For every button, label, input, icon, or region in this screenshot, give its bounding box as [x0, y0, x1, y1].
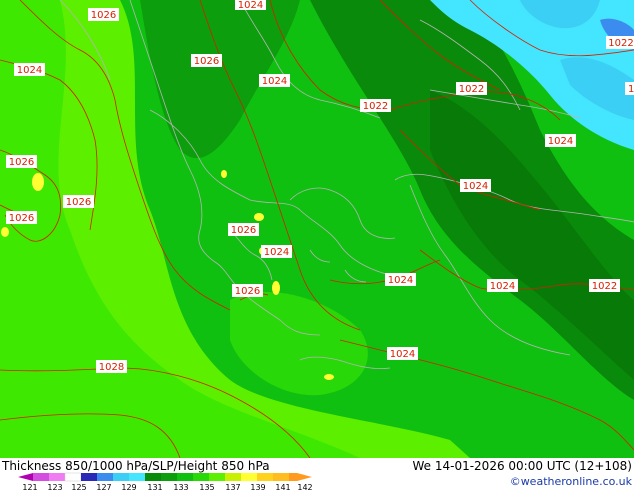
isobar-label: 1022: [589, 279, 620, 292]
scale-swatch: [129, 473, 145, 481]
isobar-label: 1024: [460, 179, 491, 192]
isobar-label: 1024: [14, 63, 45, 76]
svg-text:1026: 1026: [9, 213, 34, 224]
isobar-label: 1026: [228, 223, 259, 236]
svg-text:1022: 1022: [363, 101, 388, 112]
credit-text: ©weatheronline.co.uk: [510, 475, 633, 488]
scale-tick: 135: [199, 483, 214, 490]
svg-text:1026: 1026: [231, 225, 256, 236]
isobar-label: 1028: [96, 360, 127, 373]
svg-text:1026: 1026: [66, 197, 91, 208]
scale-swatch: [97, 473, 113, 481]
scale-tick: 123: [47, 483, 62, 490]
scale-tick: 127: [96, 483, 111, 490]
weather-map: 1026 1024 1026 1024 1022 1022 1024 1022 …: [0, 0, 634, 490]
isobar-label: 1022: [360, 99, 391, 112]
svg-text:1026: 1026: [194, 56, 219, 67]
scale-tick: 121: [22, 483, 37, 490]
svg-text:1024: 1024: [490, 281, 515, 292]
scale-swatch: [33, 473, 49, 481]
thickness-map-canvas: 1026 1024 1026 1024 1022 1022 1024 1022 …: [0, 0, 634, 490]
svg-text:1022: 1022: [608, 38, 633, 49]
scale-swatch: [241, 473, 257, 481]
isobar-label: 1026: [6, 211, 37, 224]
svg-text:1026: 1026: [235, 286, 260, 297]
scale-swatch: [257, 473, 273, 481]
warm-patch-1: [32, 173, 44, 191]
svg-text:1024: 1024: [264, 247, 289, 258]
svg-text:1022: 1022: [459, 84, 484, 95]
isobar-label: 1026: [88, 8, 119, 21]
svg-text:1024: 1024: [262, 76, 287, 87]
scale-swatch: [273, 473, 289, 481]
svg-text:1022: 1022: [628, 84, 634, 95]
scale-tick: 137: [225, 483, 240, 490]
isobar-label: 1022: [625, 82, 634, 95]
scale-swatch: [145, 473, 161, 481]
scale-swatch: [113, 473, 129, 481]
svg-text:1022: 1022: [592, 281, 617, 292]
scale-tick: 131: [147, 483, 162, 490]
map-title: Thickness 850/1000 hPa/SLP/Height 850 hP…: [1, 459, 270, 473]
scale-swatch: [64, 472, 82, 482]
svg-text:1024: 1024: [548, 136, 573, 147]
scale-tick: 141: [275, 483, 290, 490]
warm-patch-3: [254, 213, 264, 221]
isobar-label: 1024: [259, 74, 290, 87]
scale-swatch: [177, 473, 193, 481]
isobar-label: 1026: [191, 54, 222, 67]
isobar-label: 1022: [606, 36, 634, 49]
svg-text:1024: 1024: [238, 0, 263, 11]
isobar-label: 1026: [63, 195, 94, 208]
isobar-label: 1024: [385, 273, 416, 286]
svg-text:1024: 1024: [463, 181, 488, 192]
scale-swatch: [289, 473, 297, 481]
scale-tick: 139: [250, 483, 265, 490]
color-scale: [18, 472, 312, 482]
isobar-label: 1022: [456, 82, 487, 95]
warm-patch-2: [1, 227, 9, 237]
isobar-label: 1024: [235, 0, 266, 11]
scale-swatch: [225, 473, 241, 481]
isobar-label: 1024: [261, 245, 292, 258]
svg-text:1024: 1024: [388, 275, 413, 286]
svg-text:1024: 1024: [390, 349, 415, 360]
svg-text:1028: 1028: [99, 362, 124, 373]
svg-text:1026: 1026: [9, 157, 34, 168]
scale-swatch: [161, 473, 177, 481]
scale-swatch: [49, 473, 65, 481]
svg-text:1026: 1026: [91, 10, 116, 21]
scale-tick: 133: [173, 483, 188, 490]
svg-text:1024: 1024: [17, 65, 42, 76]
isobar-label: 1026: [232, 284, 263, 297]
scale-swatch: [193, 473, 209, 481]
isobar-label: 1024: [545, 134, 576, 147]
valid-time: We 14-01-2026 00:00 UTC (12+108): [412, 459, 632, 473]
scale-swatch: [81, 473, 97, 481]
isobar-label: 1024: [487, 279, 518, 292]
scale-tick: 142: [297, 483, 312, 490]
warm-patch-6: [324, 374, 334, 380]
scale-tick: 129: [121, 483, 136, 490]
warm-patch-5: [272, 281, 280, 295]
scale-tick: 125: [71, 483, 86, 490]
isobar-label: 1026: [6, 155, 37, 168]
warm-patch-7: [221, 170, 227, 178]
scale-swatch: [209, 473, 225, 481]
isobar-label: 1024: [387, 347, 418, 360]
